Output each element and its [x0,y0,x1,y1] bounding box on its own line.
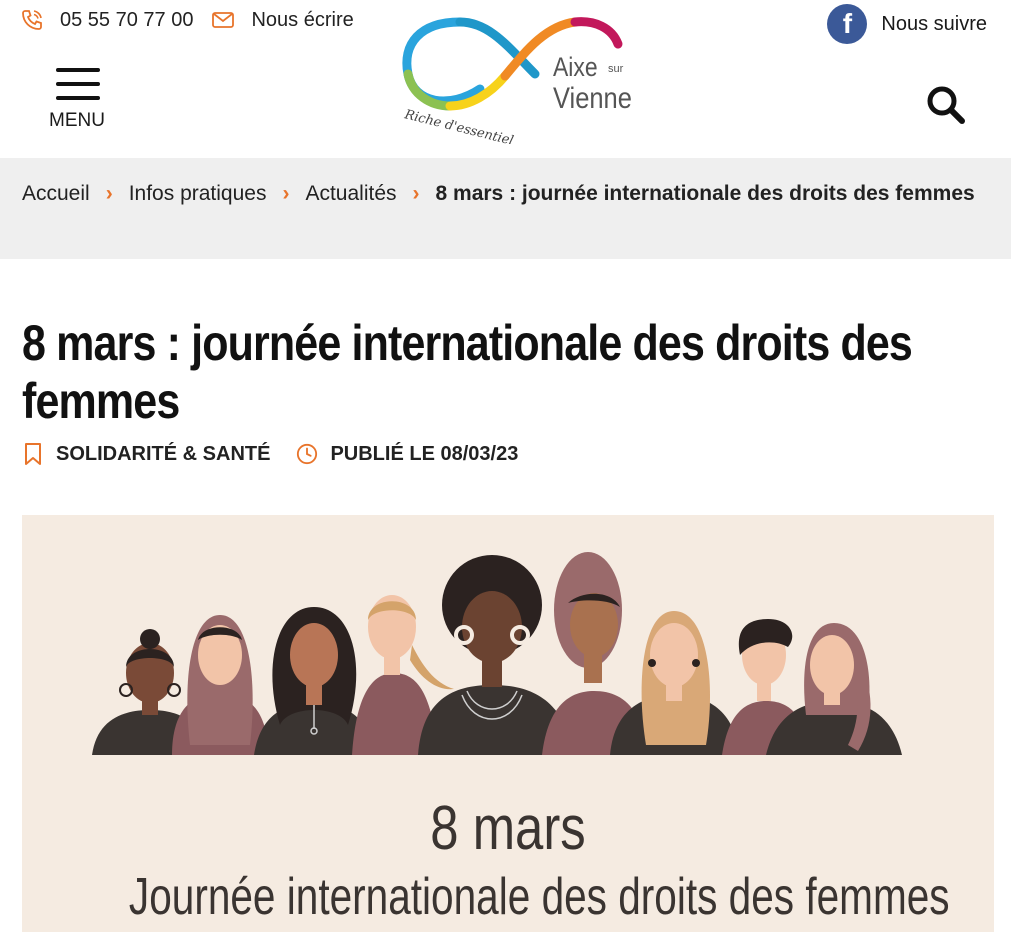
hamburger-bar [56,96,100,100]
menu-label: MENU [49,110,105,131]
search-icon[interactable] [925,84,967,126]
category-tag[interactable]: SOLIDARITÉ & SANTÉ [22,442,270,466]
article-meta: SOLIDARITÉ & SANTÉ PUBLIÉ LE 08/03/23 [22,442,544,466]
logo-aixe: Aixe [553,52,598,82]
phone-number[interactable]: 05 55 70 77 00 [60,9,193,32]
hero-caption: Journée internationale des droits des fe… [128,868,950,926]
breadcrumb-infos-pratiques[interactable]: Infos pratiques [129,182,267,205]
logo-sur: sur [608,63,624,75]
site-header: 05 55 70 77 00 Nous écrire f Nous suivre… [0,0,1011,158]
phone-icon[interactable] [20,8,44,32]
hamburger-icon [56,68,100,72]
envelope-icon[interactable] [211,8,235,32]
social-bar: f Nous suivre [827,4,987,44]
women-illustration [92,552,902,755]
publish-date-label: PUBLIÉ LE 08/03/23 [330,442,519,465]
clock-icon [297,443,318,465]
hero-date-text: 8 mars [430,794,586,863]
logo-vienne: Vienne [553,81,632,114]
logo-tagline: Riche d'essentiel [402,107,515,144]
hero-image: 8 mars Journée internationale des droits… [22,515,994,932]
facebook-icon[interactable]: f [827,4,868,44]
follow-us-link[interactable]: Nous suivre [881,13,987,36]
site-logo[interactable]: Aixe sur Vienne Riche d'essentiel [400,14,640,144]
category-label: SOLIDARITÉ & SANTÉ [56,442,271,465]
contact-bar: 05 55 70 77 00 Nous écrire [20,8,372,32]
woman-figure [172,615,268,755]
woman-figure [610,611,740,755]
chevron-right-icon: › [105,182,113,205]
chevron-right-icon: › [412,182,420,205]
page-title: 8 mars : journée internationale des droi… [22,315,913,429]
chevron-right-icon: › [282,182,290,205]
breadcrumb: Accueil › Infos pratiques › Actualités › 8 mar… [0,158,1011,259]
bookmark-icon [25,443,41,465]
hamburger-bar [56,82,100,86]
breadcrumb-current: 8 mars : journée internationale des droi… [435,182,975,205]
publish-date: PUBLIÉ LE 08/03/23 [296,442,518,466]
write-us-link[interactable]: Nous écrire [251,9,353,32]
breadcrumb-actualites[interactable]: Actualités [305,182,396,205]
breadcrumb-home[interactable]: Accueil [22,182,90,205]
menu-button[interactable]: MENU [49,68,106,132]
